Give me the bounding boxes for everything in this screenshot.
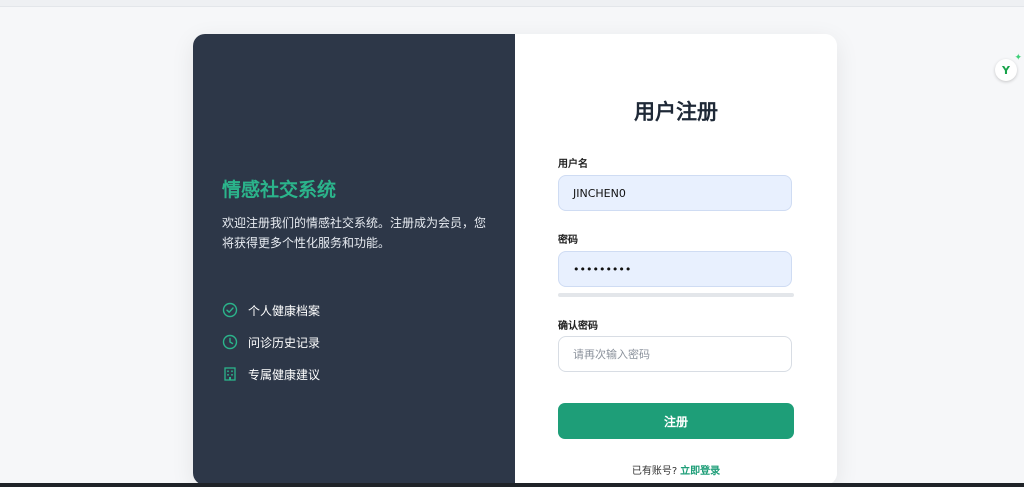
feature-label: 专属健康建议: [248, 367, 321, 382]
brand-title: 情感社交系统: [222, 179, 337, 201]
feature-item: 个人健康档案: [222, 300, 320, 320]
register-card: 情感社交系统 欢迎注册我们的情感社交系统。注册成为会员，您将获得更多个性化服务和…: [193, 34, 837, 485]
password-strength-bar: [558, 293, 794, 297]
register-form: 用户注册 用户名 JINCHEN0 密码 ••••••••• 确认密码 请再次输…: [515, 34, 837, 485]
confirm-password-input[interactable]: 请再次输入密码: [558, 336, 792, 372]
confirm-password-label: 确认密码: [558, 321, 598, 332]
username-input[interactable]: JINCHEN0: [558, 175, 792, 211]
login-link[interactable]: 立即登录: [680, 466, 720, 477]
username-label: 用户名: [558, 159, 588, 170]
feature-label: 个人健康档案: [248, 303, 321, 318]
browser-top-edge: [0, 0, 1024, 7]
password-input[interactable]: •••••••••: [558, 251, 792, 287]
welcome-panel: 情感社交系统 欢迎注册我们的情感社交系统。注册成为会员，您将获得更多个性化服务和…: [193, 34, 515, 485]
register-button[interactable]: 注册: [558, 403, 794, 439]
welcome-text: 欢迎注册我们的情感社交系统。注册成为会员，您将获得更多个性化服务和功能。: [222, 216, 487, 250]
check-circle-icon: [222, 302, 238, 318]
feature-item: 问诊历史记录: [222, 332, 320, 352]
taskbar-edge: [0, 483, 1024, 487]
extension-icon[interactable]: Y ✦: [995, 53, 1022, 81]
password-label: 密码: [558, 235, 578, 246]
have-account-text: 已有账号?: [631, 466, 678, 477]
feature-label: 问诊历史记录: [248, 335, 321, 350]
form-title: 用户注册: [634, 100, 718, 124]
sparkle-icon: ✦: [1014, 53, 1022, 63]
clock-icon: [222, 334, 238, 350]
building-icon: [222, 366, 238, 382]
login-prompt: 已有账号? 立即登录: [515, 462, 837, 477]
feature-list: 个人健康档案 问诊历史记录 专属健康建议: [222, 300, 320, 396]
extension-letter: Y: [1002, 63, 1010, 77]
feature-item: 专属健康建议: [222, 364, 320, 384]
